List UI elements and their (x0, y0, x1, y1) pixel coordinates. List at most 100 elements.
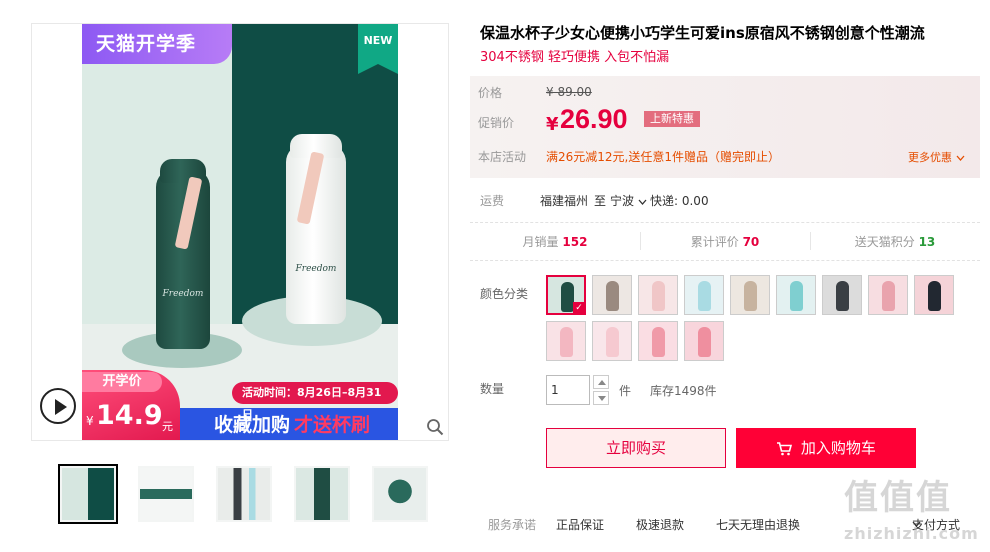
promo-banner-bottom: 收藏加购 才送杯刷 活动时间：8月26日–8月31日 开学价 ¥ 14.9 元 (82, 370, 398, 440)
promo-bar: 收藏加购 才送杯刷 (172, 408, 398, 440)
color-swatch[interactable] (914, 275, 954, 315)
product-photo: Freedom Freedom 天猫开学季 NEW 收藏加购 才送杯刷 活动时间… (82, 24, 398, 440)
swatch-bottle-image (606, 327, 619, 357)
site-watermark: 值值值 zhizhizhi.com (840, 470, 990, 552)
thumbnail-image (140, 468, 192, 520)
activity-time: 活动时间：8月26日–8月31日 (232, 382, 398, 421)
swatch-bottle-image (882, 281, 895, 311)
color-swatch[interactable] (730, 275, 770, 315)
service-item[interactable]: 极速退款 (636, 516, 684, 533)
color-swatch[interactable] (638, 275, 678, 315)
promo-price-currency: ¥ (546, 114, 559, 135)
color-swatch[interactable] (638, 321, 678, 361)
quantity-decrease-button[interactable] (593, 391, 609, 405)
points-label: 送天猫积分 (854, 235, 915, 249)
thumbnail-2[interactable] (136, 464, 196, 524)
color-swatch[interactable] (592, 275, 632, 315)
quantity-increase-button[interactable] (593, 375, 609, 389)
chevron-down-icon (638, 199, 647, 205)
promo-banner-top: 天猫开学季 (82, 24, 232, 64)
zoom-icon[interactable] (426, 418, 444, 436)
quantity-label: 数量 (480, 382, 505, 396)
ship-to: 宁波 (610, 194, 635, 208)
quantity-unit: 件 (619, 384, 632, 398)
chevron-down-icon (956, 155, 964, 161)
swatch-bottle-image (928, 281, 941, 311)
service-promises: 服务承诺 正品保证 极速退款 七天无理由退换 支付方式 (488, 516, 988, 532)
ship-to-prefix: 至 (594, 194, 607, 208)
reviews-value: 70 (742, 235, 760, 249)
service-label: 服务承诺 (488, 518, 537, 532)
bottle-strap (174, 176, 203, 250)
promo-price: 26.90 (560, 104, 628, 134)
thumbnail-image (218, 468, 270, 520)
swatch-bottle-image (652, 327, 665, 357)
buy-now-label: 立即购买 (605, 439, 666, 457)
service-item[interactable]: 正品保证 (556, 516, 604, 533)
add-to-cart-button[interactable]: 加入购物车 (736, 428, 916, 468)
points-value: 13 (918, 235, 936, 249)
price-label: 价格 (478, 86, 503, 100)
service-item[interactable]: 七天无理由退换 (716, 516, 800, 533)
promo-price-label: 开学价 (82, 372, 162, 392)
color-swatch[interactable] (592, 321, 632, 361)
shop-activity-label: 本店活动 (478, 150, 527, 164)
color-swatch[interactable] (546, 321, 586, 361)
promo-price-value: 14.9 (96, 400, 163, 431)
white-bottle: Freedom (286, 134, 346, 324)
product-subtitle: 304不锈钢 轻巧便携 入包不怕漏 (480, 50, 670, 65)
promo-price-block: 开学价 ¥ 14.9 元 (82, 370, 180, 440)
swatch-bottle-image (606, 281, 619, 311)
thumbnail-5[interactable] (370, 464, 430, 524)
color-options-label: 颜色分类 (480, 287, 529, 301)
buy-now-button[interactable]: 立即购买 (546, 428, 726, 468)
promo-price-yen: ¥ (86, 414, 94, 428)
product-title: 保温水杯子少女心便携小巧学生可爱ins原宿风不锈钢创意个性潮流 (480, 24, 925, 42)
color-swatch[interactable] (776, 275, 816, 315)
thumbnail-4[interactable] (292, 464, 352, 524)
thumbnail-image (62, 468, 114, 520)
cart-icon (777, 441, 793, 455)
product-page: Freedom Freedom 天猫开学季 NEW 收藏加购 才送杯刷 活动时间… (0, 0, 990, 552)
quantity-input[interactable]: 1 (546, 375, 590, 405)
bottle-brand: Freedom (295, 264, 337, 274)
swatch-bottle-image (560, 327, 573, 357)
color-swatch[interactable] (684, 321, 724, 361)
swatch-bottle-image (836, 281, 849, 311)
shop-activity-text: 满26元减12元,送任意1件赠品（赠完即止） (546, 150, 780, 164)
color-swatch[interactable] (684, 275, 724, 315)
swatch-bottle-image (698, 281, 711, 311)
bottle-strap (296, 151, 325, 225)
monthly-sales: 月销量 152 (470, 233, 640, 250)
monthly-sales-value: 152 (562, 235, 588, 249)
new-badge: NEW (358, 24, 398, 74)
monthly-sales-label: 月销量 (522, 235, 559, 249)
color-swatch[interactable] (868, 275, 908, 315)
divider (470, 222, 980, 223)
thumbnail-3[interactable] (214, 464, 274, 524)
main-product-image[interactable]: Freedom Freedom 天猫开学季 NEW 收藏加购 才送杯刷 活动时间… (31, 23, 449, 441)
payment-methods-toggle[interactable]: 支付方式 (912, 516, 960, 532)
color-swatch[interactable] (822, 275, 862, 315)
more-promo-link[interactable]: 更多优惠 (908, 149, 965, 165)
promo-price-label: 促销价 (478, 116, 515, 130)
more-promo-label: 更多优惠 (908, 151, 952, 164)
stats-row: 月销量 152 累计评价 70 送天猫积分 13 (470, 230, 980, 254)
check-icon: ✓ (573, 302, 584, 313)
bottle-brand: Freedom (162, 289, 204, 299)
thumbnail-strip (58, 464, 430, 526)
thumbnail-image (296, 468, 348, 520)
color-swatch[interactable]: ✓ (546, 275, 586, 315)
swatch-bottle-image (790, 281, 803, 311)
ship-from: 福建福州 (540, 194, 589, 208)
express-fee: 快递: 0.00 (650, 194, 709, 208)
play-video-button[interactable] (40, 388, 76, 424)
payment-label: 支付方式 (912, 518, 961, 532)
divider (470, 260, 980, 261)
thumbnail-1[interactable] (58, 464, 118, 524)
swatch-bottle-image (652, 281, 665, 311)
reviews-label: 累计评价 (690, 235, 739, 249)
total-reviews[interactable]: 累计评价 70 (640, 233, 810, 250)
ship-to-selector[interactable]: 宁波 (610, 192, 647, 209)
add-to-cart-label: 加入购物车 (800, 439, 876, 457)
